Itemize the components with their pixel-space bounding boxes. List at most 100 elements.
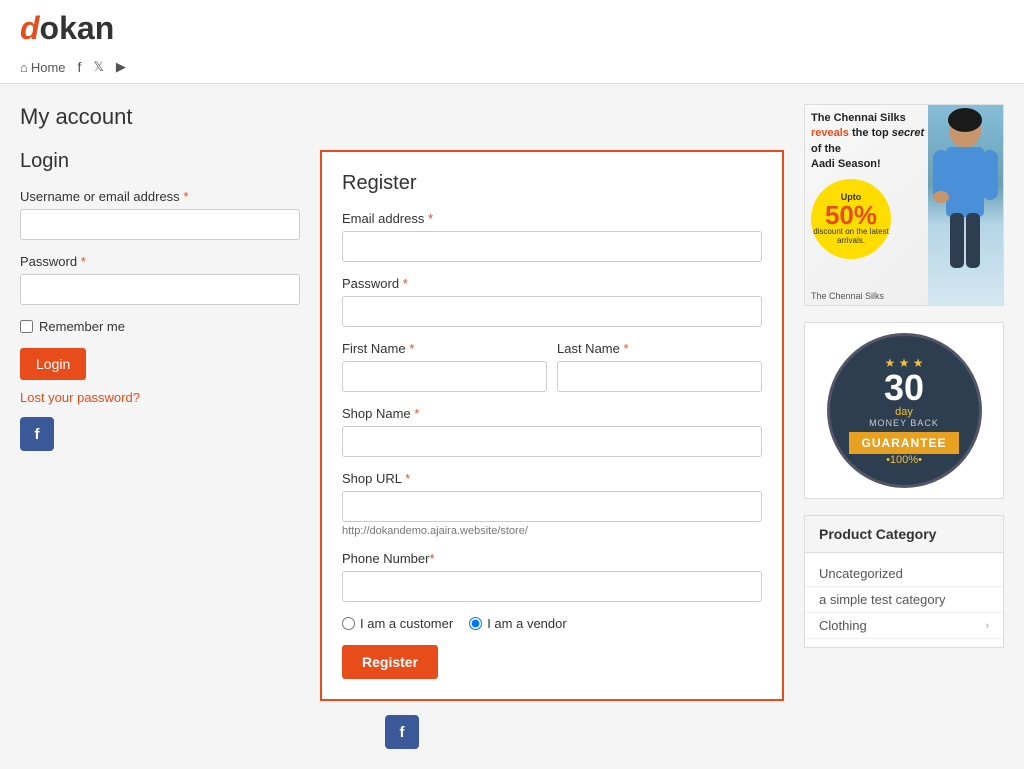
- register-fb-area: f: [20, 715, 784, 749]
- ad-person-area: [928, 105, 1003, 305]
- guarantee-days: 30: [884, 370, 924, 406]
- phone-required: *: [429, 551, 434, 566]
- reg-password-input[interactable]: [342, 296, 762, 327]
- username-input[interactable]: [20, 209, 300, 240]
- facebook-register-button[interactable]: f: [385, 715, 419, 749]
- reg-password-group: Password *: [342, 276, 762, 327]
- facebook-login-button[interactable]: f: [20, 417, 54, 451]
- ad-discount-text: discount on the latest arrivals.: [811, 228, 891, 246]
- email-label: Email address *: [342, 211, 762, 226]
- name-fields: First Name * Last Name *: [342, 341, 762, 406]
- logo-rest: okan: [40, 10, 115, 46]
- home-icon: [20, 60, 28, 75]
- sn-required: *: [414, 406, 419, 421]
- login-password-label: Password *: [20, 254, 300, 269]
- shop-name-label: Shop Name *: [342, 406, 762, 421]
- ad-banner: The Chennai Silks reveals the top secret…: [804, 104, 1004, 306]
- product-category-widget: Product Category Uncategorized a simple …: [804, 515, 1004, 648]
- email-group: Email address *: [342, 211, 762, 262]
- role-radio-group: I am a customer I am a vendor: [342, 616, 762, 631]
- ad-banner-inner: The Chennai Silks reveals the top secret…: [805, 105, 1003, 305]
- required-star: *: [183, 189, 188, 204]
- category-clothing-link[interactable]: Clothing: [819, 618, 867, 633]
- guarantee-day-text: day: [895, 406, 913, 418]
- nav-home-link[interactable]: Home: [20, 60, 66, 75]
- ad-discount-circle: Upto 50% discount on the latest arrivals…: [811, 179, 891, 259]
- phone-label: Phone Number*: [342, 551, 762, 566]
- ad-headline: The Chennai Silks reveals the top secret…: [811, 111, 928, 173]
- customer-option[interactable]: I am a customer: [342, 616, 453, 631]
- last-name-label: Last Name *: [557, 341, 762, 356]
- guarantee-money-back: Money Back: [869, 418, 939, 428]
- page-title: My account: [20, 104, 784, 130]
- logo-d: d: [20, 10, 40, 46]
- category-uncategorized-link[interactable]: Uncategorized: [819, 566, 903, 581]
- person-silhouette: [928, 105, 1003, 305]
- email-required: *: [428, 211, 433, 226]
- url-required: *: [405, 471, 410, 486]
- twitter-nav-icon: 𝕏: [93, 59, 103, 75]
- first-name-label: First Name *: [342, 341, 547, 356]
- arrow-icon: ›: [985, 620, 989, 632]
- last-name-group: Last Name *: [557, 341, 762, 392]
- vendor-radio[interactable]: [469, 617, 482, 630]
- vendor-label: I am a vendor: [487, 616, 567, 631]
- first-name-group: First Name *: [342, 341, 547, 392]
- login-password-input[interactable]: [20, 274, 300, 305]
- shop-url-group: Shop URL * http://dokandemo.ajaira.websi…: [342, 471, 762, 537]
- youtube-nav-icon: ▶: [116, 59, 126, 75]
- lost-password-link[interactable]: Lost your password?: [20, 390, 300, 405]
- required-star-2: *: [81, 254, 86, 269]
- login-section: Login Username or email address * Passwo…: [20, 150, 300, 701]
- remember-label: Remember me: [39, 319, 125, 334]
- phone-input[interactable]: [342, 571, 762, 602]
- customer-label: I am a customer: [360, 616, 453, 631]
- guarantee-widget: ★ ★ ★ 30 day Money Back GUARANTEE •100%•: [804, 322, 1004, 499]
- vendor-option[interactable]: I am a vendor: [469, 616, 567, 631]
- nav-facebook-link[interactable]: f: [78, 59, 82, 75]
- nav-home-label: Home: [31, 60, 66, 75]
- customer-radio[interactable]: [342, 617, 355, 630]
- fb-register-icon: f: [400, 724, 405, 741]
- category-list: Uncategorized a simple test category Clo…: [805, 553, 1003, 647]
- shop-url-input[interactable]: [342, 491, 762, 522]
- reg-password-label: Password *: [342, 276, 762, 291]
- email-input[interactable]: [342, 231, 762, 262]
- first-name-input[interactable]: [342, 361, 547, 392]
- shop-url-label: Shop URL *: [342, 471, 762, 486]
- reg-pass-required: *: [403, 276, 408, 291]
- username-label: Username or email address *: [20, 189, 300, 204]
- login-password-group: Password *: [20, 254, 300, 305]
- ad-percent: 50%: [825, 202, 877, 228]
- guarantee-percent: •100%•: [886, 454, 922, 466]
- category-test-link[interactable]: a simple test category: [819, 592, 945, 607]
- facebook-icon: f: [35, 426, 40, 443]
- list-item: Clothing ›: [805, 613, 1003, 639]
- list-item: Uncategorized: [805, 561, 1003, 587]
- remember-checkbox[interactable]: [20, 320, 33, 333]
- site-logo[interactable]: dokan: [20, 10, 114, 47]
- form-columns: Login Username or email address * Passwo…: [20, 150, 784, 701]
- guarantee-banner: GUARANTEE: [849, 432, 958, 454]
- shop-url-hint: http://dokandemo.ajaira.website/store/: [342, 525, 762, 537]
- nav-twitter-link[interactable]: 𝕏: [93, 59, 103, 75]
- guarantee-circle: ★ ★ ★ 30 day Money Back GUARANTEE •100%•: [827, 333, 982, 488]
- ln-required: *: [624, 341, 629, 356]
- shop-name-input[interactable]: [342, 426, 762, 457]
- username-group: Username or email address *: [20, 189, 300, 240]
- register-button[interactable]: Register: [342, 645, 438, 679]
- fn-required: *: [409, 341, 414, 356]
- login-button[interactable]: Login: [20, 348, 86, 380]
- guarantee-container: ★ ★ ★ 30 day Money Back GUARANTEE •100%•: [827, 333, 982, 488]
- shop-name-group: Shop Name *: [342, 406, 762, 457]
- nav-youtube-link[interactable]: ▶: [116, 59, 126, 75]
- last-name-input[interactable]: [557, 361, 762, 392]
- remember-group: Remember me: [20, 319, 300, 334]
- main-content: My account Login Username or email addre…: [0, 84, 1024, 769]
- phone-group: Phone Number*: [342, 551, 762, 602]
- site-nav: Home f 𝕏 ▶: [20, 51, 1004, 83]
- register-title: Register: [342, 172, 762, 195]
- facebook-nav-icon: f: [78, 59, 82, 75]
- register-section: Register Email address * Password *: [320, 150, 784, 701]
- login-title: Login: [20, 150, 300, 173]
